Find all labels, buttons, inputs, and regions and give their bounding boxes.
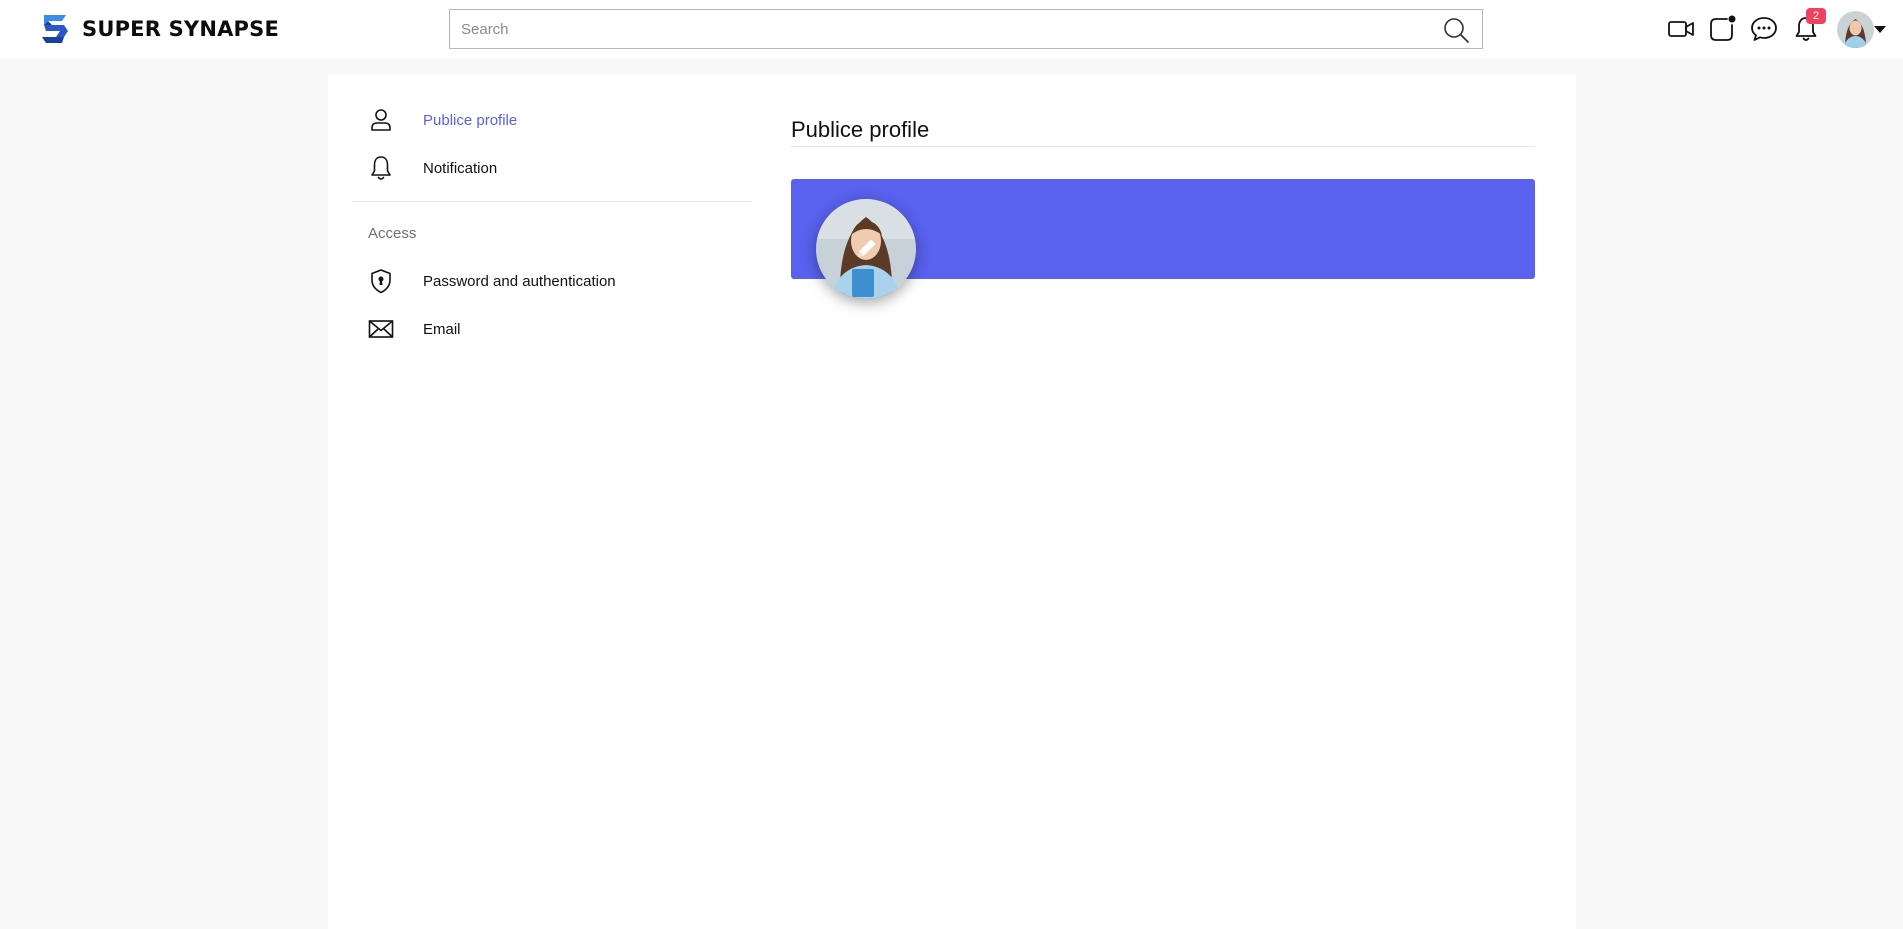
sidebar-item-public-profile[interactable]: Publice profile (368, 107, 517, 133)
search-input[interactable] (450, 11, 1420, 47)
top-navigation-bar: SUPER SYNAPSE 2 (0, 0, 1903, 58)
chat-icon[interactable] (1750, 15, 1778, 43)
shield-icon (371, 269, 391, 294)
sidebar-item-label: Notification (423, 159, 498, 177)
pencil-icon[interactable] (853, 234, 881, 262)
sidebar-item-label: Email (423, 320, 461, 338)
brand-logo-icon (42, 15, 68, 43)
sidebar-item-email[interactable]: Email (368, 316, 461, 342)
sidebar-item-label: Password and authentication (423, 272, 616, 290)
sidebar-item-label: Publice profile (423, 111, 518, 129)
brand[interactable]: SUPER SYNAPSE (36, 11, 279, 47)
search-bar (449, 9, 1483, 49)
user-avatar[interactable] (1837, 11, 1874, 48)
sidebar-item-notification[interactable]: Notification (368, 155, 497, 181)
video-icon[interactable] (1667, 15, 1695, 43)
sidebar-item-password-authentication[interactable]: Password and authentication (368, 268, 616, 294)
bell-icon (371, 156, 391, 180)
envelope-icon (368, 320, 394, 338)
chevron-down-icon[interactable] (1873, 24, 1887, 34)
search-icon[interactable] (1442, 16, 1470, 44)
person-icon (371, 109, 391, 131)
brand-name: SUPER SYNAPSE (82, 17, 280, 41)
notification-badge: 2 (1806, 8, 1826, 24)
page-title: Publice profile (791, 117, 930, 142)
settings-panel: Publice profile Notification Access Pass… (328, 74, 1576, 929)
sidebar-divider (352, 201, 752, 202)
title-divider (791, 146, 1535, 147)
stories-icon[interactable] (1708, 15, 1736, 43)
sidebar-section-access: Access (368, 225, 417, 242)
